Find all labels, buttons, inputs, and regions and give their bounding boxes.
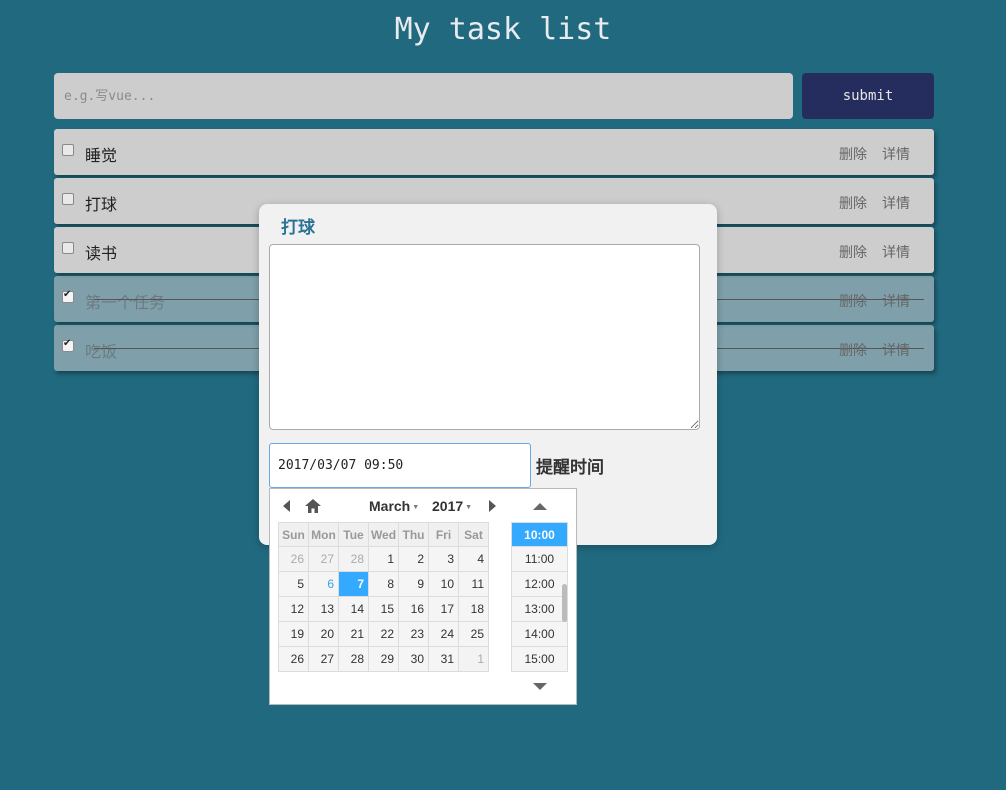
weekday-header: Sat [458,522,489,547]
calendar-day[interactable]: 11 [458,571,489,597]
calendar-day[interactable]: 23 [398,621,429,647]
home-icon[interactable] [305,499,321,513]
chevron-down-icon: ▼ [412,503,420,511]
time-scroll-up-icon[interactable] [533,503,547,510]
datetime-input[interactable] [269,443,531,488]
calendar-day[interactable]: 27 [308,646,339,672]
next-month-icon[interactable] [489,500,496,512]
weekday-header: Sun [278,522,309,547]
task-checkbox[interactable] [62,242,74,254]
weekday-header: Thu [398,522,429,547]
modal-title: 打球 [281,218,315,238]
weekday-header: Wed [368,522,399,547]
year-select[interactable]: 2017 ▼ [432,498,472,514]
month-label: March [369,498,411,514]
calendar-day[interactable]: 9 [398,571,429,597]
calendar-day[interactable]: 4 [458,546,489,572]
remind-time-label: 提醒时间 [536,458,604,478]
time-list: 10:00 11:00 12:00 13:00 14:00 15:00 [511,522,568,672]
calendar-day[interactable]: 15 [368,596,399,622]
delete-link[interactable]: 删除 [839,242,867,262]
calendar-day[interactable]: 12 [278,596,309,622]
calendar-day[interactable]: 10 [428,571,459,597]
calendar-day[interactable]: 21 [338,621,369,647]
detail-link[interactable]: 详情 [882,340,910,360]
submit-button[interactable]: submit [802,73,934,119]
time-scrollbar[interactable] [562,584,567,622]
calendar-grid: Sun Mon Tue Wed Thu Fri Sat 26 27 28 1 2… [278,522,489,672]
task-checkbox[interactable] [62,193,74,205]
year-label: 2017 [432,498,464,514]
weekday-header: Tue [338,522,369,547]
time-option[interactable]: 11:00 [511,547,568,572]
task-name: 打球 [85,195,118,214]
task-row: 睡觉 删除 详情 [54,129,934,175]
calendar-day[interactable]: 27 [308,546,339,572]
time-option[interactable]: 14:00 [511,622,568,647]
calendar-day[interactable]: 2 [398,546,429,572]
task-name: 第一个任务 [85,293,166,312]
detail-link[interactable]: 详情 [882,193,910,213]
datetime-picker: March ▼ 2017 ▼ Sun Mon Tue Wed Thu Fri Sat… [269,488,577,705]
time-option[interactable]: 12:00 [511,572,568,597]
delete-link[interactable]: 删除 [839,291,867,311]
calendar-day[interactable]: 8 [368,571,399,597]
weekday-header: Fri [428,522,459,547]
page-title: My task list [394,12,612,47]
detail-link[interactable]: 详情 [882,242,910,262]
calendar-day[interactable]: 30 [398,646,429,672]
task-checkbox-checked[interactable] [62,289,74,303]
task-name: 读书 [85,244,118,263]
calendar-day[interactable]: 14 [338,596,369,622]
calendar-day[interactable]: 13 [308,596,339,622]
time-scroll-down-icon[interactable] [533,683,547,690]
calendar-day[interactable]: 31 [428,646,459,672]
detail-link[interactable]: 详情 [882,144,910,164]
delete-link[interactable]: 删除 [839,193,867,213]
calendar-day-selected[interactable]: 7 [338,571,369,597]
description-textarea[interactable] [269,244,700,430]
delete-link[interactable]: 删除 [839,340,867,360]
calendar-day-today[interactable]: 6 [308,571,339,597]
calendar-day[interactable]: 18 [458,596,489,622]
calendar-day[interactable]: 28 [338,546,369,572]
time-option-selected[interactable]: 10:00 [511,522,568,547]
task-checkbox-checked[interactable] [62,338,74,352]
task-name: 睡觉 [85,146,118,165]
detail-link[interactable]: 详情 [882,291,910,311]
calendar-day[interactable]: 26 [278,646,309,672]
time-option[interactable]: 15:00 [511,647,568,672]
time-option[interactable]: 13:00 [511,597,568,622]
task-name: 吃饭 [85,342,118,361]
calendar-day[interactable]: 25 [458,621,489,647]
delete-link[interactable]: 删除 [839,144,867,164]
calendar-day[interactable]: 16 [398,596,429,622]
calendar-day[interactable]: 3 [428,546,459,572]
chevron-down-icon: ▼ [465,503,473,511]
month-select[interactable]: March ▼ [369,498,419,514]
task-checkbox[interactable] [62,144,74,156]
calendar-day[interactable]: 26 [278,546,309,572]
weekday-header: Mon [308,522,339,547]
calendar-day[interactable]: 5 [278,571,309,597]
prev-month-icon[interactable] [283,500,290,512]
calendar-day[interactable]: 20 [308,621,339,647]
calendar-day[interactable]: 24 [428,621,459,647]
calendar-day[interactable]: 19 [278,621,309,647]
new-task-input[interactable] [54,73,793,119]
calendar-day[interactable]: 1 [458,646,489,672]
calendar-day[interactable]: 28 [338,646,369,672]
calendar-day[interactable]: 29 [368,646,399,672]
calendar-day[interactable]: 17 [428,596,459,622]
calendar-day[interactable]: 1 [368,546,399,572]
calendar-day[interactable]: 22 [368,621,399,647]
